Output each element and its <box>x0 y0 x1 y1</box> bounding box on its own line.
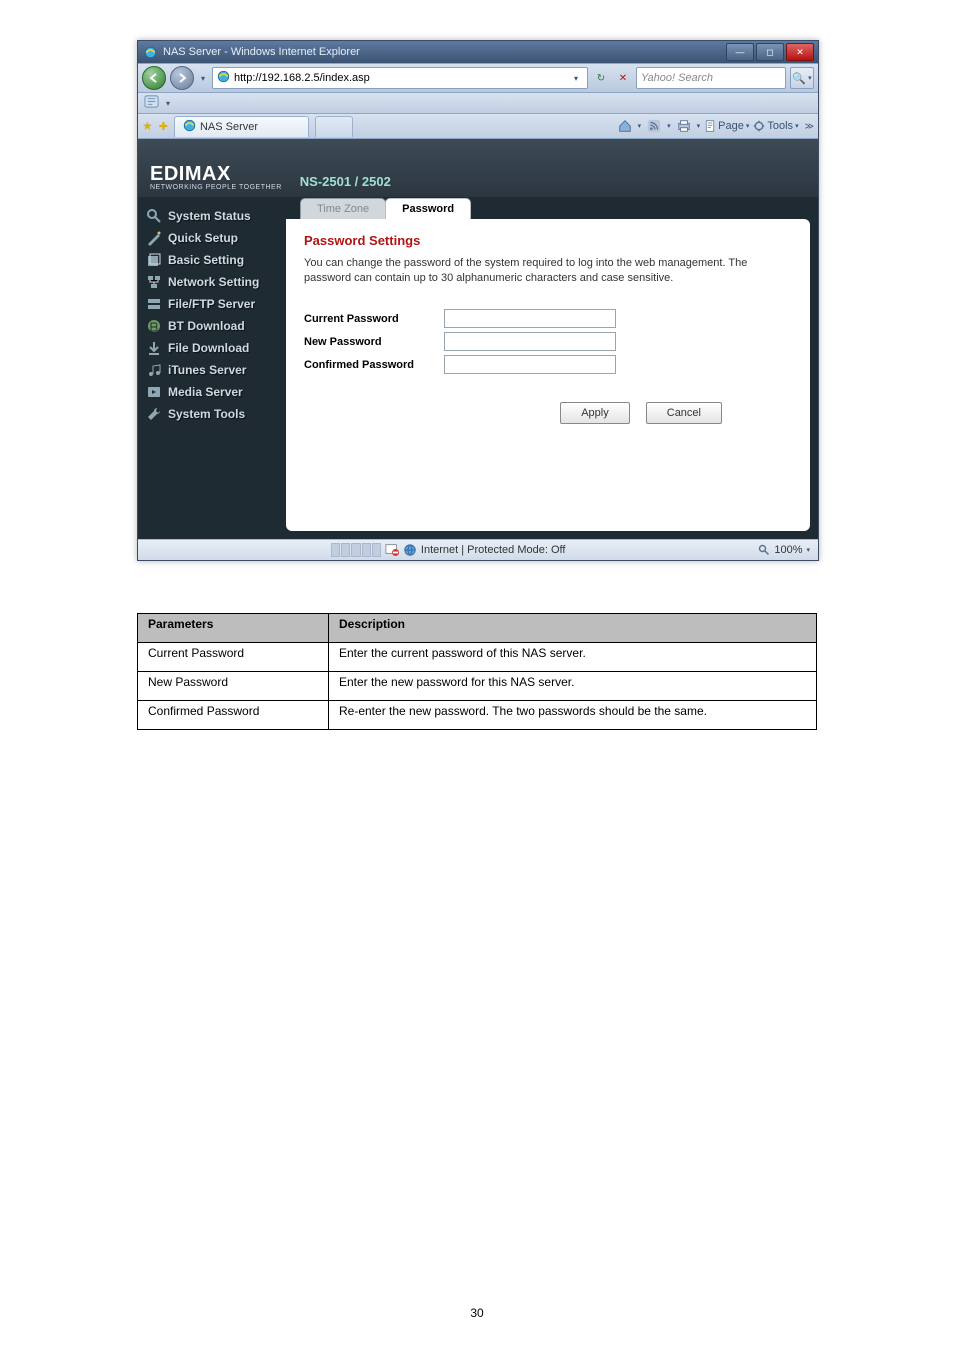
status-icon <box>146 208 162 224</box>
download-icon <box>146 340 162 356</box>
sidebar-item-system-status[interactable]: System Status <box>138 205 286 227</box>
favorites-star-icon[interactable]: ★ <box>142 119 153 133</box>
search-placeholder: Yahoo! Search <box>641 72 713 84</box>
panel-title: Password Settings <box>304 233 792 248</box>
ie-icon <box>217 70 230 86</box>
sidebar-item-itunes[interactable]: iTunes Server <box>138 359 286 381</box>
tab-label: NAS Server <box>200 121 258 133</box>
toolbar-overflow[interactable]: ≫ <box>805 121 814 132</box>
stop-button[interactable]: ✕ <box>616 71 630 85</box>
search-bar[interactable]: Yahoo! Search <box>636 67 786 89</box>
maximize-button[interactable]: ◻ <box>756 43 784 61</box>
nas-app: EDIMAX NETWORKING PEOPLE TOGETHER NS-250… <box>138 139 818 539</box>
server-icon <box>146 296 162 312</box>
favorites-drop[interactable]: ▾ <box>163 95 173 111</box>
table-header-parameters: Parameters <box>138 614 329 643</box>
address-text: http://192.168.2.5/index.asp <box>234 72 569 84</box>
label-confirmed-password: Confirmed Password <box>304 359 444 371</box>
tools-icon <box>146 406 162 422</box>
favorites-bar: ▾ <box>138 93 818 114</box>
network-icon <box>146 274 162 290</box>
table-header-description: Description <box>329 614 817 643</box>
blocked-popup-icon[interactable] <box>385 542 399 559</box>
window-title: NAS Server - Windows Internet Explorer <box>163 46 360 58</box>
browser-screenshot: NAS Server - Windows Internet Explorer —… <box>137 40 817 561</box>
panel-description: You can change the password of the syste… <box>304 256 764 286</box>
media-icon <box>146 384 162 400</box>
label-current-password: Current Password <box>304 313 444 325</box>
status-bar: Internet | Protected Mode: Off 100% ▾ <box>138 539 818 560</box>
close-button[interactable]: ✕ <box>786 43 814 61</box>
home-icon[interactable] <box>616 118 634 134</box>
parameter-table: Parameters Description Current Password … <box>137 613 817 730</box>
table-row: New Password Enter the new password for … <box>138 672 817 701</box>
input-new-password[interactable] <box>444 332 616 351</box>
table-row: Confirmed Password Re-enter the new pass… <box>138 701 817 730</box>
sidebar-item-file-ftp[interactable]: File/FTP Server <box>138 293 286 315</box>
sidebar-item-quick-setup[interactable]: Quick Setup <box>138 227 286 249</box>
apply-button[interactable]: Apply <box>560 402 630 424</box>
ie-icon <box>144 46 157 59</box>
nav-history-drop[interactable]: ▾ <box>198 70 208 86</box>
favorites-center-icon[interactable] <box>144 94 159 112</box>
music-icon <box>146 362 162 378</box>
minimize-button[interactable]: — <box>726 43 754 61</box>
tab-time-zone[interactable]: Time Zone <box>300 198 386 219</box>
tab-password[interactable]: Password <box>385 198 471 219</box>
tab-toolbar: ★ ✚ NAS Server ▾ ▾ <box>138 114 818 139</box>
brand-logo: EDIMAX NETWORKING PEOPLE TOGETHER <box>150 164 282 191</box>
feeds-icon[interactable] <box>645 118 663 134</box>
input-current-password[interactable] <box>444 309 616 328</box>
add-favorites-icon[interactable]: ✚ <box>159 120 168 133</box>
security-zone: Internet | Protected Mode: Off <box>421 544 566 556</box>
window-titlebar: NAS Server - Windows Internet Explorer —… <box>138 41 818 63</box>
brand-model: NS-2501 / 2502 <box>300 174 391 189</box>
zoom-value: 100% <box>774 544 802 556</box>
status-grip <box>331 543 381 557</box>
zoom-control[interactable]: 100% ▾ <box>758 544 810 556</box>
print-icon[interactable] <box>675 118 693 134</box>
search-go-button[interactable]: 🔍▾ <box>790 67 814 89</box>
internet-zone-icon <box>403 543 417 557</box>
sidebar-item-file-download[interactable]: File Download <box>138 337 286 359</box>
browser-tab-active[interactable]: NAS Server <box>174 116 309 137</box>
tools-menu[interactable]: Tools▾ <box>753 120 798 132</box>
nav-toolbar: ▾ http://192.168.2.5/index.asp ▾ ↻ ✕ Yah… <box>138 63 818 93</box>
refresh-button[interactable]: ↻ <box>594 71 608 85</box>
wizard-icon <box>146 230 162 246</box>
sidebar-item-media[interactable]: Media Server <box>138 381 286 403</box>
sidebar-item-network-setting[interactable]: Network Setting <box>138 271 286 293</box>
password-panel: Password Settings You can change the pas… <box>286 219 810 531</box>
sidebar-item-basic-setting[interactable]: Basic Setting <box>138 249 286 271</box>
forward-button[interactable] <box>170 66 194 90</box>
page-number: 30 <box>0 1306 954 1320</box>
sidebar-item-system-tools[interactable]: System Tools <box>138 403 286 425</box>
gear-icon <box>146 252 162 268</box>
label-new-password: New Password <box>304 336 444 348</box>
table-row: Current Password Enter the current passw… <box>138 643 817 672</box>
app-header: EDIMAX NETWORKING PEOPLE TOGETHER NS-250… <box>138 139 818 197</box>
cancel-button[interactable]: Cancel <box>646 402 722 424</box>
sidebar-item-bt-download[interactable]: BT Download <box>138 315 286 337</box>
new-tab-button[interactable] <box>315 116 353 137</box>
back-button[interactable] <box>142 66 166 90</box>
page-menu[interactable]: Page▾ <box>704 120 749 132</box>
torrent-icon <box>146 318 162 334</box>
address-bar[interactable]: http://192.168.2.5/index.asp ▾ <box>212 67 588 89</box>
sidebar: System Status Quick Setup Basic Setting … <box>138 197 286 539</box>
main-area: Time Zone Password Password Settings You… <box>286 197 810 531</box>
ie-icon <box>183 119 196 135</box>
search-icon: 🔍 <box>792 72 806 85</box>
app-tabs: Time Zone Password <box>286 197 810 219</box>
address-drop[interactable]: ▾ <box>569 74 583 83</box>
input-confirmed-password[interactable] <box>444 355 616 374</box>
